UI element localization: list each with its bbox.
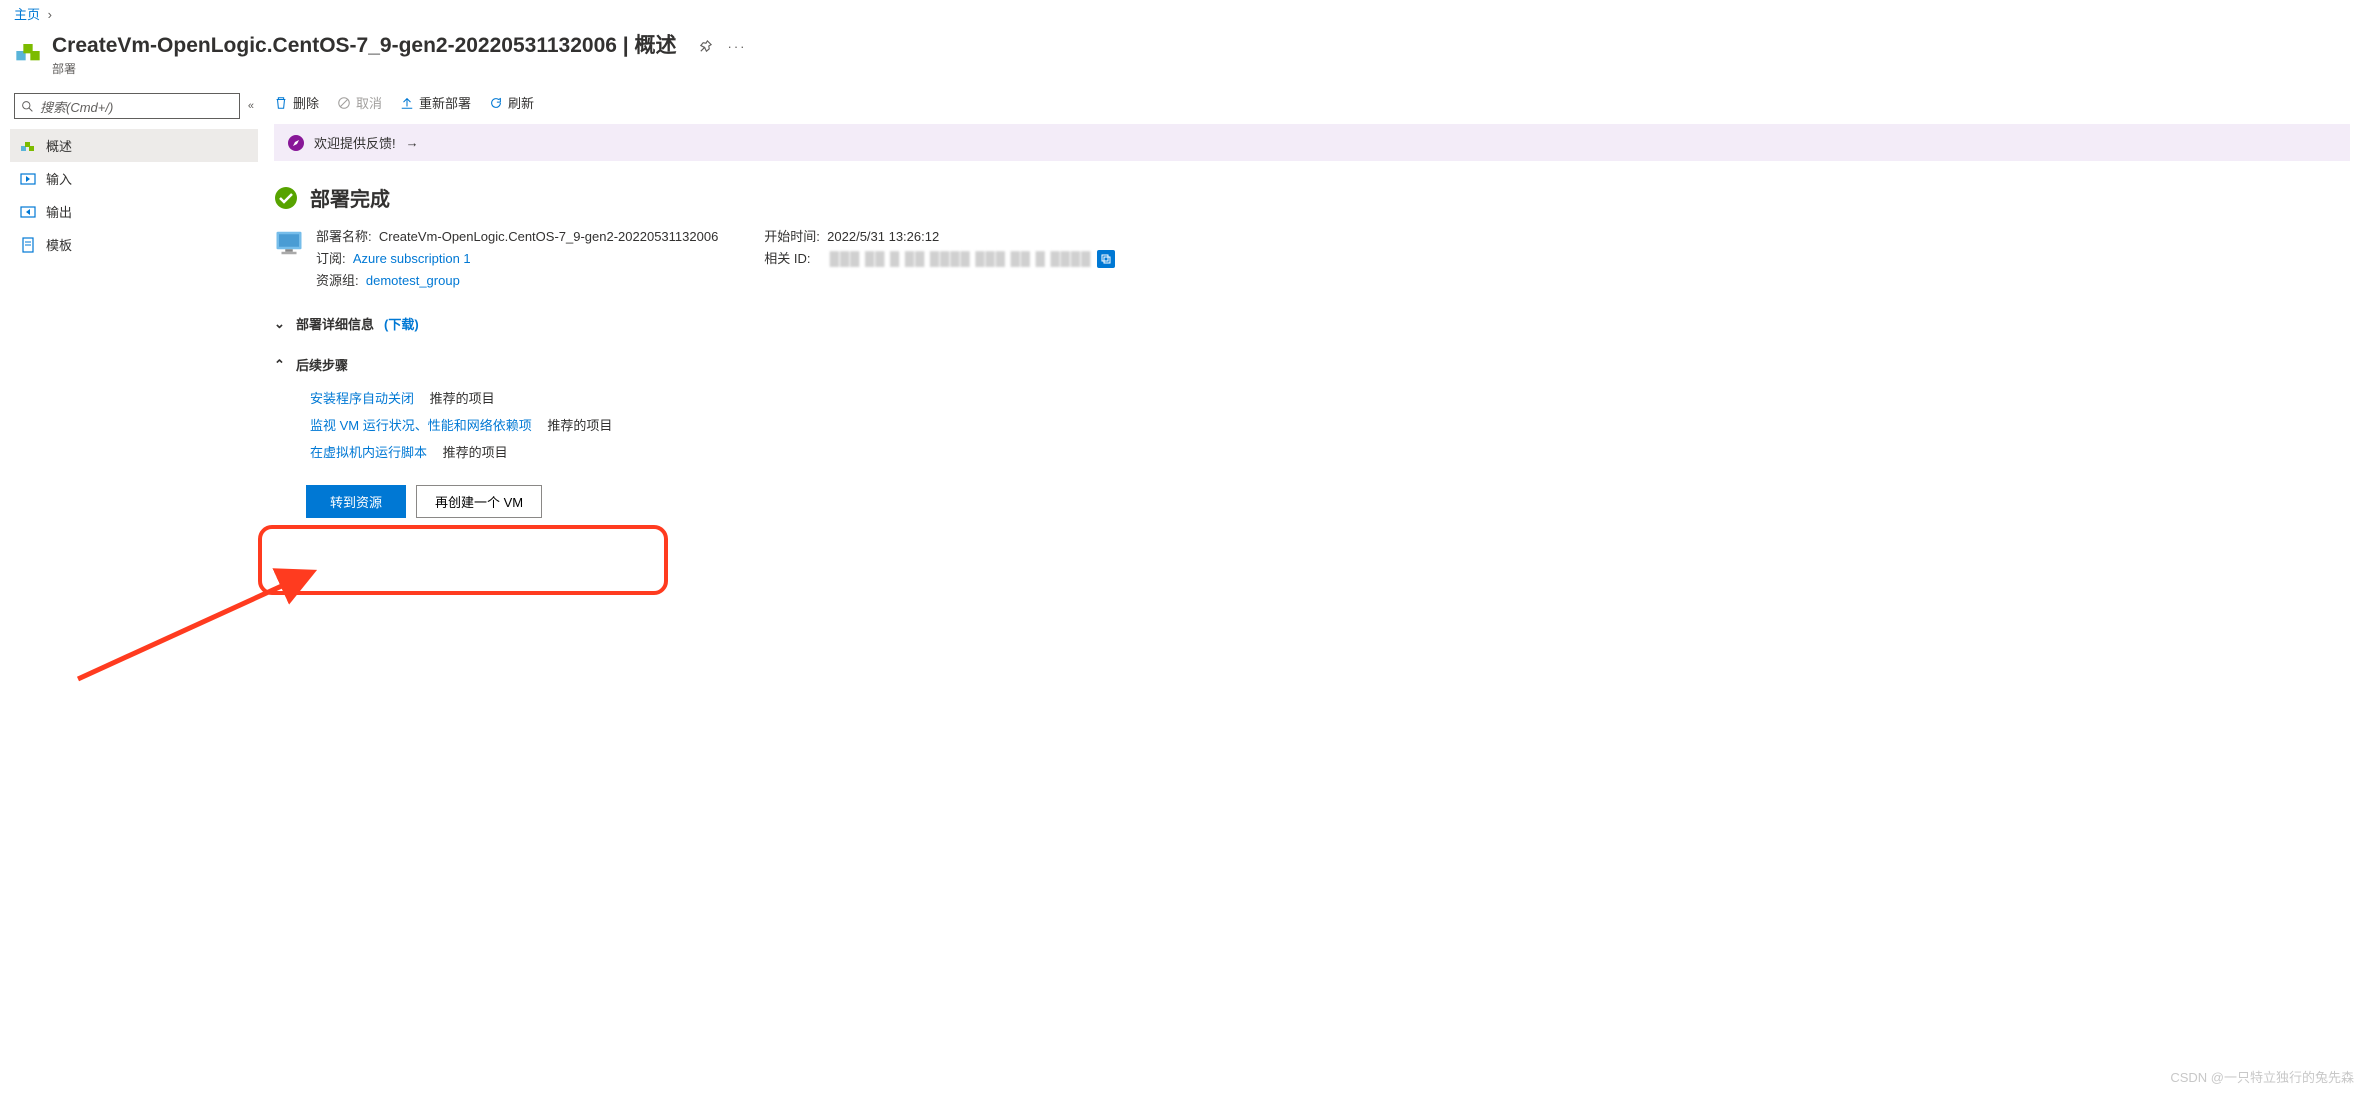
next-step-item: 在虚拟机内运行脚本 推荐的项目	[310, 442, 2350, 461]
rocket-icon	[288, 135, 304, 151]
success-icon	[274, 186, 298, 210]
recommended-label: 推荐的项目	[443, 445, 508, 460]
toolbar-label: 刷新	[508, 93, 534, 112]
sidebar: 搜索(Cmd+/) « 概述 输入 输出 模板	[0, 89, 258, 538]
download-link[interactable]: (下载)	[384, 314, 419, 333]
chevron-down-icon: ⌄	[274, 316, 286, 332]
create-another-vm-button[interactable]: 再创建一个 VM	[416, 485, 542, 518]
detail-label: 订阅:	[316, 251, 346, 266]
detail-label: 开始时间:	[764, 229, 820, 244]
search-input[interactable]: 搜索(Cmd+/)	[14, 93, 240, 119]
refresh-button[interactable]: 刷新	[489, 93, 534, 112]
page-header: CreateVm-OpenLogic.CentOS-7_9-gen2-20220…	[0, 27, 2366, 89]
next-steps-section: ⌃ 后续步骤 安装程序自动关闭 推荐的项目 监视 VM 运行状况、性能和网络依赖…	[274, 355, 2350, 518]
vm-icon	[274, 228, 304, 258]
feedback-text: 欢迎提供反馈!	[314, 133, 396, 152]
search-icon	[21, 100, 34, 113]
feedback-banner[interactable]: 欢迎提供反馈! →	[274, 124, 2350, 161]
sidebar-item-template[interactable]: 模板	[10, 228, 258, 261]
deployment-details-section: ⌄ 部署详细信息 (下载)	[274, 314, 2350, 333]
section-title: 部署详细信息	[296, 314, 374, 333]
detail-label: 资源组:	[316, 273, 359, 288]
main-content: 删除 取消 重新部署 刷新 欢迎提供反馈! → 部署完成	[258, 89, 2366, 538]
next-step-item: 监视 VM 运行状况、性能和网络依赖项 推荐的项目	[310, 415, 2350, 434]
deployment-icon	[20, 138, 36, 154]
collapse-sidebar-icon[interactable]: «	[248, 100, 254, 112]
breadcrumb: 主页 ›	[0, 0, 2366, 27]
sidebar-item-label: 模板	[46, 235, 72, 254]
next-step-item: 安装程序自动关闭 推荐的项目	[310, 388, 2350, 407]
detail-value: 2022/5/31 13:26:12	[827, 229, 939, 244]
upload-icon	[400, 96, 414, 110]
resource-group-link[interactable]: demotest_group	[366, 273, 460, 288]
sidebar-item-overview[interactable]: 概述	[10, 129, 258, 162]
watermark: CSDN @一只特立独行的兔先森	[2170, 1067, 2354, 1086]
recommended-label: 推荐的项目	[547, 418, 612, 433]
detail-value: CreateVm-OpenLogic.CentOS-7_9-gen2-20220…	[379, 229, 718, 244]
toolbar-label: 重新部署	[419, 93, 471, 112]
annotation-highlight	[258, 525, 668, 595]
delete-button[interactable]: 删除	[274, 93, 319, 112]
goto-resource-button[interactable]: 转到资源	[306, 485, 406, 518]
step-link-auto-shutdown[interactable]: 安装程序自动关闭	[310, 391, 414, 406]
section-title: 后续步骤	[296, 355, 348, 374]
section-toggle-next-steps[interactable]: ⌃ 后续步骤	[274, 355, 2350, 374]
deployment-icon	[14, 37, 42, 65]
annotation-arrow	[68, 559, 328, 689]
arrow-right-icon: →	[406, 135, 419, 150]
trash-icon	[274, 96, 288, 110]
input-icon	[20, 171, 36, 187]
toolbar-label: 取消	[356, 93, 382, 112]
step-link-run-script[interactable]: 在虚拟机内运行脚本	[310, 445, 427, 460]
refresh-icon	[489, 96, 503, 110]
page-subtitle: 部署	[52, 60, 676, 77]
detail-label: 部署名称:	[316, 229, 372, 244]
toolbar: 删除 取消 重新部署 刷新	[274, 89, 2350, 124]
sidebar-item-inputs[interactable]: 输入	[10, 162, 258, 195]
cancel-icon	[337, 96, 351, 110]
recommended-label: 推荐的项目	[430, 391, 495, 406]
pin-icon[interactable]	[698, 39, 713, 57]
status-row: 部署完成	[274, 183, 2350, 212]
sidebar-item-label: 输出	[46, 202, 72, 221]
toolbar-label: 删除	[293, 93, 319, 112]
sidebar-item-outputs[interactable]: 输出	[10, 195, 258, 228]
chevron-up-icon: ⌃	[274, 357, 286, 373]
step-link-monitor[interactable]: 监视 VM 运行状况、性能和网络依赖项	[310, 418, 532, 433]
more-icon[interactable]: ···	[727, 39, 746, 57]
template-icon	[20, 237, 36, 253]
breadcrumb-home[interactable]: 主页	[14, 7, 40, 22]
copy-icon[interactable]	[1097, 250, 1115, 268]
output-icon	[20, 204, 36, 220]
redeploy-button[interactable]: 重新部署	[400, 93, 471, 112]
section-toggle-details[interactable]: ⌄ 部署详细信息 (下载)	[274, 314, 2350, 333]
chevron-right-icon: ›	[44, 7, 56, 22]
cancel-button: 取消	[337, 93, 382, 112]
page-title: CreateVm-OpenLogic.CentOS-7_9-gen2-20220…	[52, 33, 676, 58]
status-title: 部署完成	[310, 183, 390, 212]
subscription-link[interactable]: Azure subscription 1	[353, 251, 471, 266]
sidebar-item-label: 输入	[46, 169, 72, 188]
correlation-id-redacted: ███ ██ █ ██ ████ ███ ██ █ ████	[830, 248, 1092, 270]
action-buttons: 转到资源 再创建一个 VM	[306, 485, 2350, 518]
search-placeholder: 搜索(Cmd+/)	[40, 97, 113, 116]
deployment-details: 部署名称: CreateVm-OpenLogic.CentOS-7_9-gen2…	[274, 226, 2350, 292]
sidebar-item-label: 概述	[46, 136, 72, 155]
detail-label: 相关 ID:	[764, 248, 810, 270]
